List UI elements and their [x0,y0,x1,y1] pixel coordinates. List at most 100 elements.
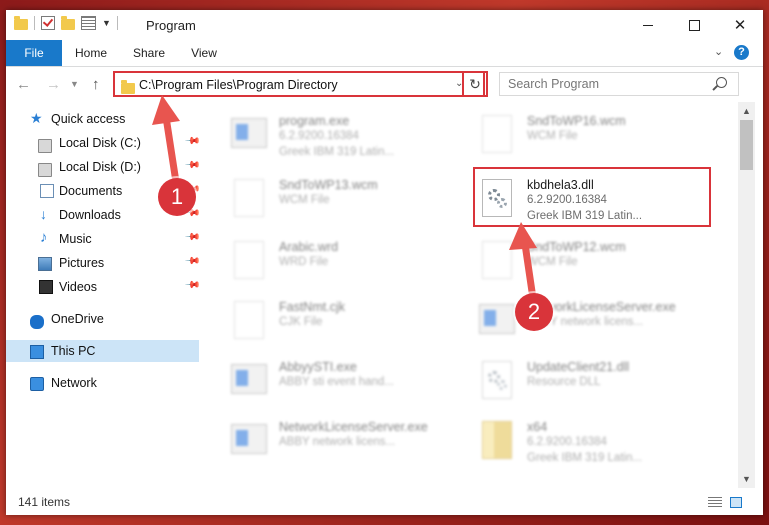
scroll-up-icon[interactable]: ▲ [742,106,751,116]
list-item[interactable]: NetworkLicenseServer.exe ABBY network li… [231,414,471,470]
scroll-thumb[interactable] [740,120,753,170]
documents-icon [40,184,54,198]
new-folder-icon[interactable] [61,15,75,30]
disk-icon [38,163,52,177]
recent-locations-chevron-icon[interactable]: ▼ [70,79,79,89]
download-icon: ↓ [40,206,47,222]
search-input[interactable]: Search Program [508,77,599,91]
file-detail: Greek IBM 319 Latin... [279,146,395,158]
properties-check-icon[interactable] [41,16,55,30]
sidebar-item-videos[interactable]: Videos 📌 [6,276,201,298]
list-item[interactable]: x64 6.2.9200.16384 Greek IBM 319 Latin..… [479,414,719,470]
ribbon-expand-chevron-icon[interactable]: ⌄ [714,45,723,58]
sidebar-item-this-pc[interactable]: This PC [6,340,199,362]
page-icon [234,241,264,279]
address-path[interactable]: C:\Program Files\Program Directory [139,78,338,92]
file-name: Arabic.wrd [279,240,339,254]
tab-home[interactable]: Home [66,40,116,66]
file-name: SndToWP13.wcm [279,178,378,192]
search-icon[interactable] [716,77,727,88]
file-name: SndToWP16.wcm [527,114,626,128]
list-item[interactable]: UpdateClient21.dll Resource DLL [479,354,719,410]
divider [116,16,118,30]
star-icon: ★ [30,110,43,126]
music-icon: ♪ [40,229,48,246]
list-item[interactable]: AbbyySTI.exe ABBY sti event hand... [231,354,471,410]
network-icon [30,377,44,391]
pin-icon[interactable]: 📌 [184,253,201,270]
minimize-icon [643,24,653,26]
file-detail: 6.2.9200.16384 [279,130,359,142]
qat-dropdown-icon[interactable]: ▼ [102,18,111,28]
sidebar-item-network[interactable]: Network [6,372,199,394]
folder-icon [14,15,28,30]
close-button[interactable]: ✕ [717,10,763,40]
pin-icon[interactable]: 📌 [184,277,201,294]
onedrive-icon [30,315,44,329]
sidebar-item-music[interactable]: ♪ Music 📌 [6,228,201,250]
page-icon [234,179,264,217]
minimize-button[interactable] [625,10,671,40]
title-bar: ▼ Program ✕ [6,10,763,40]
list-item[interactable]: FastNmt.cjk CJK File [231,294,471,350]
sidebar-item-pictures[interactable]: Pictures 📌 [6,252,201,274]
tab-share[interactable]: Share [126,40,172,66]
properties-icon[interactable] [81,16,96,30]
step-1-badge: 1 [158,178,196,216]
refresh-icon: ↻ [469,76,481,92]
back-arrow-icon[interactable]: ← [16,76,31,93]
list-item[interactable]: Arabic.wrd WRD File [231,234,471,290]
large-icons-view-icon[interactable] [730,497,742,508]
file-name: x64 [527,420,548,434]
sidebar-item-label: Music [59,232,92,246]
pictures-icon [38,257,52,271]
refresh-button[interactable]: ↻ [462,71,488,97]
navigation-bar: ← → ▼ ↑ C:\Program Files\Program Directo… [6,67,763,101]
file-detail: CJK File [279,316,323,328]
disk-icon [38,139,52,153]
page-icon [234,301,264,339]
tab-view[interactable]: View [184,40,224,66]
divider [34,16,35,30]
list-item[interactable]: SndToWP16.wcm WCM File [479,108,719,164]
file-name: program.exe [279,114,350,128]
step-2-badge: 2 [515,293,553,331]
tab-file[interactable]: File [6,40,62,66]
quick-access-toolbar: ▼ [14,15,118,30]
scroll-down-icon[interactable]: ▼ [742,474,751,484]
list-item[interactable]: program.exe 6.2.9200.16384 Greek IBM 319… [231,108,471,164]
sidebar-item-label: This PC [51,344,96,358]
address-bar[interactable]: C:\Program Files\Program Directory ⌄ [113,71,485,97]
file-detail: ABBY network licens... [279,436,396,448]
file-detail: WCM File [527,130,578,142]
sidebar-item-label: Pictures [59,256,105,270]
file-name: AbbyySTI.exe [279,360,357,374]
list-item[interactable]: SndToWP13.wcm WCM File [231,172,471,228]
file-name: FastNmt.cjk [279,300,345,314]
search-box[interactable]: Search Program [499,72,739,96]
this-pc-icon [30,345,44,359]
up-arrow-icon[interactable]: ↑ [92,76,100,93]
vertical-scrollbar[interactable]: ▲ ▼ [738,102,755,488]
pin-icon[interactable]: 📌 [184,229,201,246]
maximize-button[interactable] [671,10,717,40]
sidebar-item-label: OneDrive [51,312,104,326]
file-detail: Resource DLL [527,376,601,388]
status-bar: 141 items [6,491,763,515]
file-detail: WCM File [279,194,330,206]
help-icon[interactable]: ? [734,45,749,60]
file-name: NetworkLicenseServer.exe [279,420,428,434]
file-detail: ABBY sti event hand... [279,376,394,388]
zip-icon [482,421,512,459]
file-list: program.exe 6.2.9200.16384 Greek IBM 319… [206,102,736,488]
exe-icon [231,118,267,148]
highlight-box [473,167,711,227]
file-detail: Greek IBM 319 Latin... [527,452,643,464]
details-view-icon[interactable] [708,497,722,508]
page-icon [482,115,512,153]
sidebar-item-onedrive[interactable]: OneDrive [6,308,199,330]
sidebar-item-label: Videos [59,280,97,294]
exe-icon [231,424,267,454]
sidebar-item-label: Documents [59,184,123,198]
forward-arrow-icon[interactable]: → [46,76,61,93]
